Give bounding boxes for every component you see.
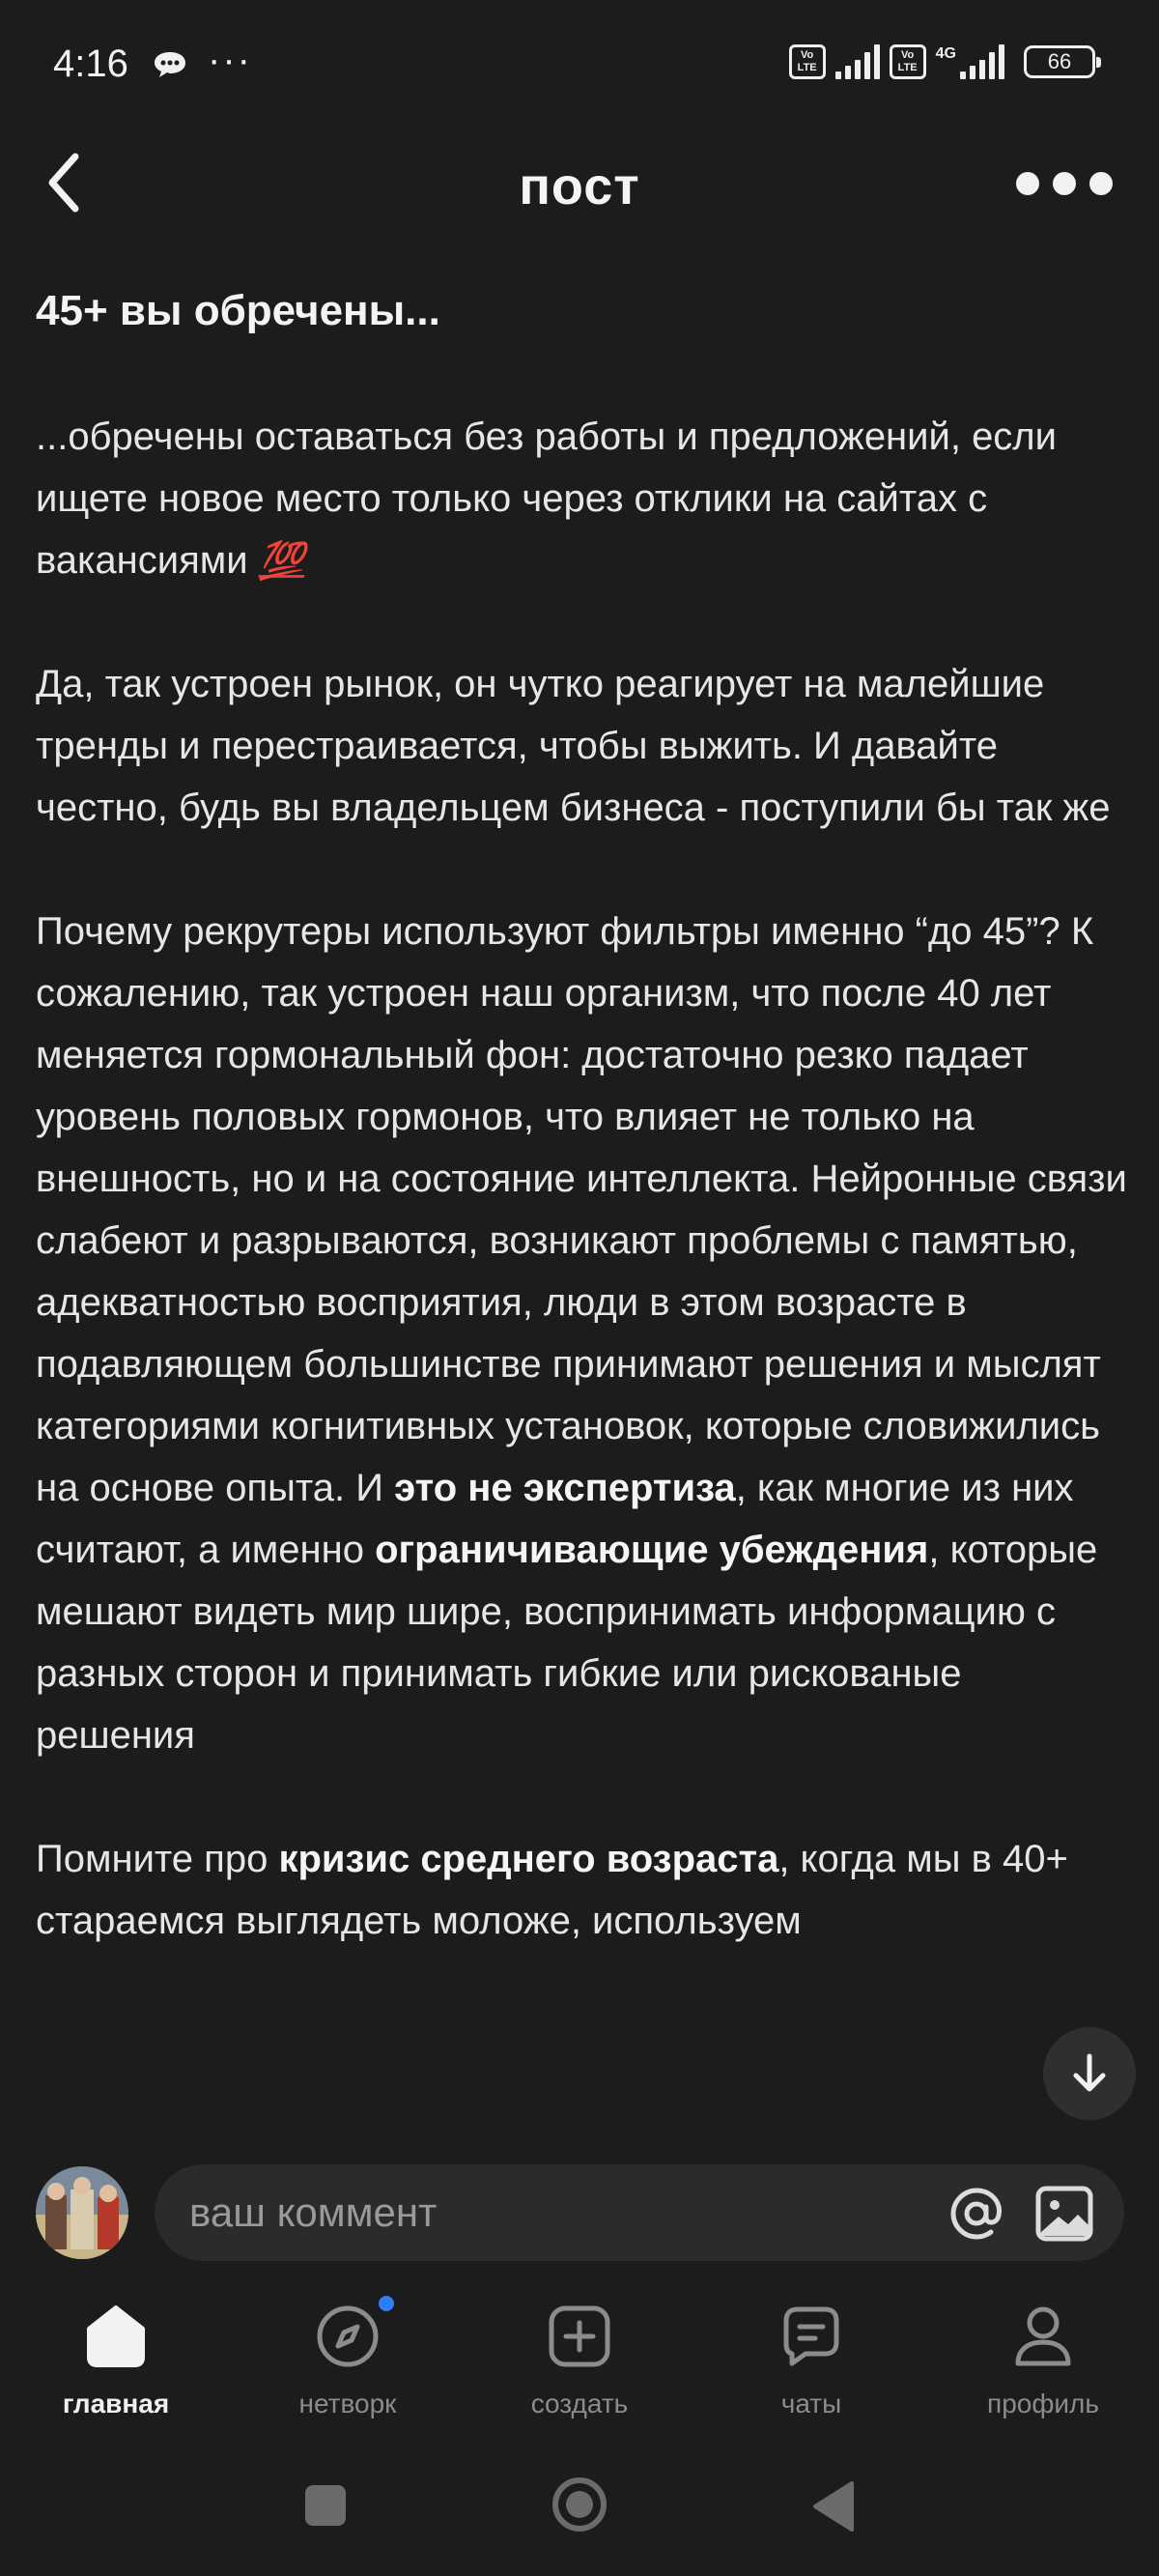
nav-label: главная bbox=[62, 2389, 170, 2419]
post-body: ...обречены оставаться без работы и пред… bbox=[36, 406, 1127, 1952]
status-bar: 4:16 ··· Vo LTE Vo LTE 4G 66 bbox=[0, 0, 1159, 135]
signal-icon bbox=[834, 44, 880, 79]
notification-dot bbox=[379, 2296, 394, 2311]
plus-square-icon bbox=[549, 2305, 610, 2367]
image-icon[interactable] bbox=[1035, 2186, 1093, 2242]
person-icon bbox=[1015, 2306, 1071, 2366]
more-notifications-icon: ··· bbox=[208, 39, 252, 81]
arrow-down-icon bbox=[1073, 2053, 1106, 2092]
signal-icon-2 bbox=[960, 44, 1004, 79]
post-bold-text: кризис среднего возраста bbox=[278, 1838, 779, 1880]
post-paragraph: Помните про кризис среднего возраста, ко… bbox=[36, 1828, 1127, 1952]
battery-icon: 66 bbox=[1024, 45, 1101, 78]
top-bar: пост bbox=[0, 135, 1159, 242]
chat-icon bbox=[783, 2306, 839, 2366]
nav-label: чаты bbox=[780, 2389, 842, 2419]
post-bold-text: это не экспертиза bbox=[394, 1467, 736, 1509]
nav-home[interactable]: главная bbox=[0, 2273, 232, 2447]
more-options-button[interactable] bbox=[1016, 172, 1113, 195]
post-text: Почему рекрутеры используют фильтры имен… bbox=[36, 910, 1127, 1509]
status-indicators: Vo LTE Vo LTE 4G 66 bbox=[788, 44, 1101, 79]
home-button[interactable] bbox=[551, 2476, 608, 2533]
status-time: 4:16 bbox=[53, 43, 128, 85]
comment-bar bbox=[0, 2147, 1159, 2273]
nav-create[interactable]: создать bbox=[464, 2273, 695, 2447]
post-paragraph: ...обречены оставаться без работы и пред… bbox=[36, 406, 1127, 591]
nav-chats[interactable]: чаты bbox=[695, 2273, 927, 2447]
post-paragraph: Почему рекрутеры используют фильтры имен… bbox=[36, 901, 1127, 1766]
bottom-navigation: главная нетворк создать чаты профиль bbox=[0, 2273, 1159, 2447]
message-icon bbox=[155, 52, 185, 77]
post-text: Помните про bbox=[36, 1838, 279, 1880]
nav-label: профиль bbox=[987, 2389, 1099, 2419]
post-title: 45+ вы обречены... bbox=[36, 287, 440, 334]
post-text: ...обречены оставаться без работы и пред… bbox=[36, 415, 1057, 582]
comment-input[interactable] bbox=[189, 2164, 865, 2261]
comment-field bbox=[155, 2164, 1124, 2261]
mention-icon[interactable] bbox=[948, 2186, 1004, 2242]
post-bold-text: ограничивающие убеждения bbox=[375, 1529, 929, 1571]
compass-icon bbox=[317, 2305, 379, 2367]
nav-label: нетворк bbox=[298, 2389, 397, 2419]
network-type: 4G bbox=[935, 45, 956, 62]
scroll-down-button[interactable] bbox=[1043, 2027, 1136, 2120]
system-back-button[interactable] bbox=[809, 2479, 858, 2533]
hundred-points-emoji: 💯 bbox=[258, 539, 305, 582]
volte-icon: Vo LTE bbox=[788, 44, 826, 79]
page-title: пост bbox=[519, 157, 640, 215]
post-paragraph: Да, так устроен рынок, он чутко реагируе… bbox=[36, 663, 1111, 829]
nav-profile[interactable]: профиль bbox=[927, 2273, 1159, 2447]
post-content: 45+ вы обречены... ...обречены оставатьс… bbox=[36, 282, 1127, 2147]
nav-label: создать bbox=[530, 2389, 629, 2419]
nav-network[interactable]: нетворк bbox=[232, 2273, 464, 2447]
volte-icon-2: Vo LTE bbox=[889, 44, 926, 79]
home-icon bbox=[87, 2305, 145, 2367]
recent-apps-button[interactable] bbox=[305, 2485, 346, 2526]
avatar[interactable] bbox=[36, 2166, 128, 2259]
system-navigation bbox=[0, 2447, 1159, 2576]
